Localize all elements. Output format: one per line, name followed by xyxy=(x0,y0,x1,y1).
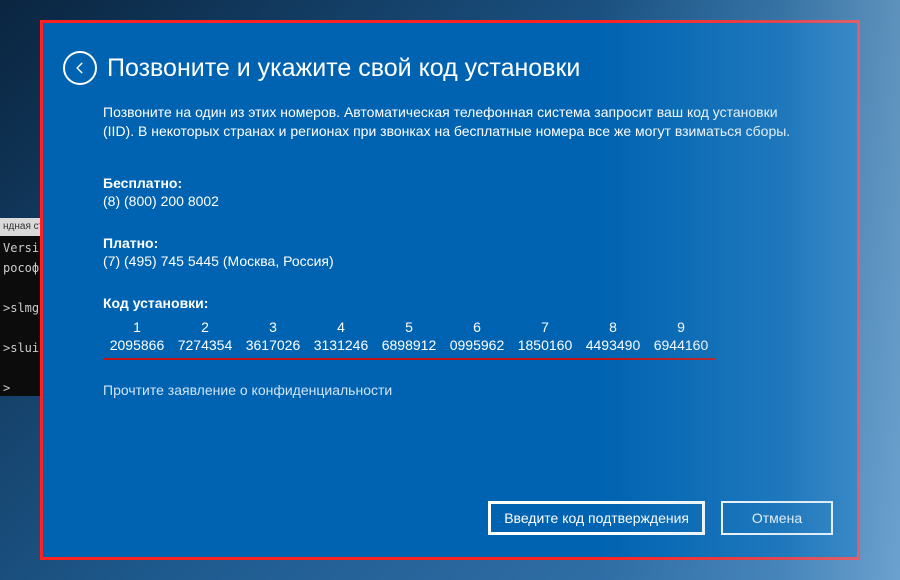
toll-label: Платно: xyxy=(103,235,797,251)
iid-column-header: 5 xyxy=(375,319,443,337)
dialog-title: Позвоните и укажите свой код установки xyxy=(107,54,580,83)
iid-column-header: 2 xyxy=(171,319,239,337)
dialog-instructions: Позвоните на один из этих номеров. Автом… xyxy=(103,103,797,141)
desktop-background: ндная ст Versic рософт >slmgr >slui > По… xyxy=(0,0,900,580)
installation-id-grid: 123456789 209586672743543617026313124668… xyxy=(103,319,797,360)
iid-column-header: 4 xyxy=(307,319,375,337)
iid-column-header: 1 xyxy=(103,319,171,337)
highlight-frame: Позвоните и укажите свой код установки П… xyxy=(40,20,860,560)
iid-block: 1850160 xyxy=(511,337,579,356)
activation-dialog: Позвоните и укажите свой код установки П… xyxy=(43,23,857,557)
iid-block: 3131246 xyxy=(307,337,375,356)
installation-id-underline xyxy=(103,358,715,360)
iid-column-header: 9 xyxy=(647,319,715,337)
installation-id-label: Код установки: xyxy=(103,295,797,311)
iid-block: 3617026 xyxy=(239,337,307,356)
privacy-statement-link[interactable]: Прочтите заявление о конфиденциальности xyxy=(103,382,797,398)
tollfree-number: (8) (800) 200 8002 xyxy=(103,193,797,209)
cancel-button[interactable]: Отмена xyxy=(721,501,833,535)
iid-block: 0995962 xyxy=(443,337,511,356)
iid-column-header: 6 xyxy=(443,319,511,337)
enter-confirmation-button[interactable]: Введите код подтверждения xyxy=(488,501,705,535)
iid-column-header: 3 xyxy=(239,319,307,337)
arrow-left-icon xyxy=(73,61,87,75)
iid-block: 7274354 xyxy=(171,337,239,356)
iid-block: 6898912 xyxy=(375,337,443,356)
iid-column-header: 7 xyxy=(511,319,579,337)
iid-column-header: 8 xyxy=(579,319,647,337)
toll-number: (7) (495) 745 5445 (Москва, Россия) xyxy=(103,253,797,269)
iid-block: 2095866 xyxy=(103,337,171,356)
iid-block: 4493490 xyxy=(579,337,647,356)
back-button[interactable] xyxy=(63,51,97,85)
tollfree-label: Бесплатно: xyxy=(103,175,797,191)
iid-block: 6944160 xyxy=(647,337,715,356)
